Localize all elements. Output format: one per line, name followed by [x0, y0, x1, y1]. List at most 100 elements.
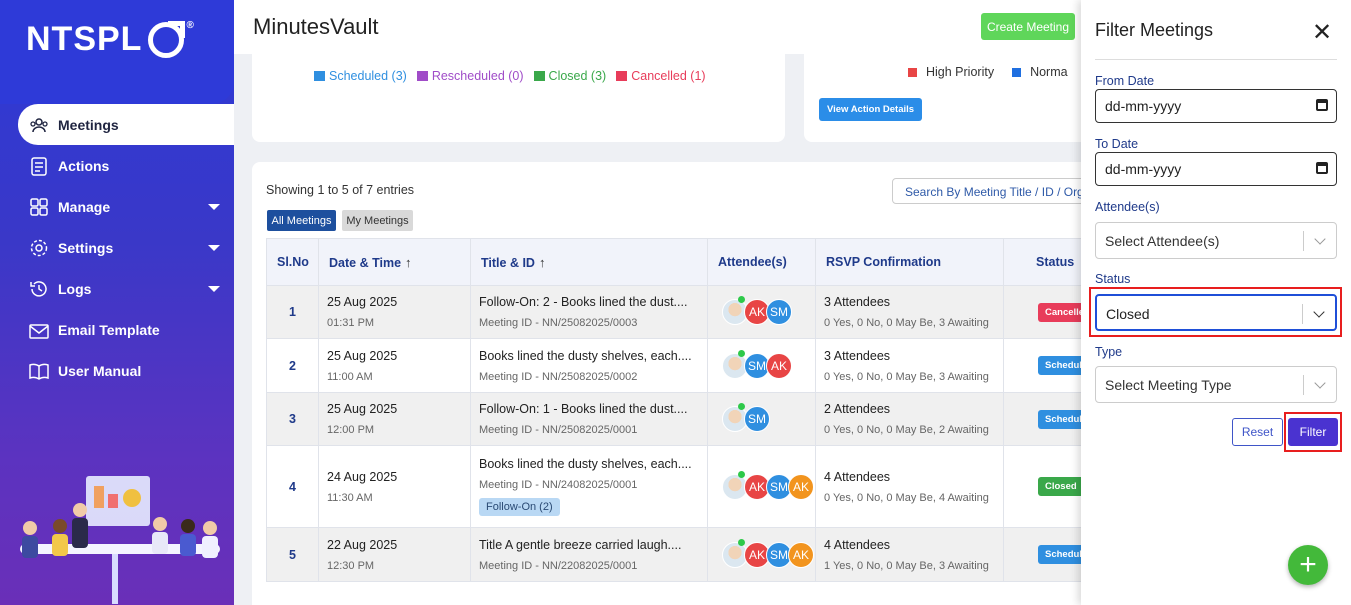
column-header-title[interactable]: Title & ID ↑ — [470, 238, 708, 286]
online-status-icon — [738, 470, 745, 478]
divider — [1303, 231, 1304, 251]
sort-arrow-icon[interactable]: ↑ — [405, 255, 412, 270]
online-status-icon — [738, 349, 745, 357]
to-date-label: To Date — [1095, 137, 1139, 151]
page-title: MinutesVault — [253, 14, 379, 39]
sidebar-item-actions[interactable]: Actions — [18, 145, 234, 186]
online-status-icon — [738, 403, 745, 410]
chevron-down-icon — [208, 286, 220, 292]
column-header-date[interactable]: Date & Time ↑ — [318, 238, 471, 286]
sidebar-item-manage[interactable]: Manage — [18, 186, 234, 227]
attendees-cell: SM — [707, 392, 816, 446]
divider — [1095, 59, 1337, 60]
sidebar-item-user-manual[interactable]: User Manual — [18, 350, 234, 391]
legend-label: Norma — [1030, 65, 1068, 79]
sidebar-nav: Meetings Actions Manage Settings Logs Em… — [18, 104, 234, 391]
table-row[interactable]: 5 22 Aug 2025 12:30 PM Title A gentle breez… — [266, 527, 1102, 582]
attendees-cell: SM AK — [707, 338, 816, 393]
sidebar-item-meetings[interactable]: Meetings — [18, 104, 234, 145]
divider — [1303, 375, 1304, 395]
avatar: AK — [788, 473, 814, 500]
close-icon[interactable]: ✕ — [1312, 18, 1332, 47]
column-header-slno: Sl.No — [266, 238, 319, 286]
sidebar-item-label: Email Template — [58, 321, 160, 338]
meeting-status-card: Scheduled (3) Rescheduled (0) Closed (3) Ca… — [252, 54, 785, 142]
reset-button[interactable]: Reset — [1232, 418, 1283, 446]
view-action-details-button[interactable]: View Action Details — [819, 98, 922, 121]
filter-panel-title: Filter Meetings — [1095, 20, 1214, 40]
tab-my-meetings[interactable]: My Meetings — [342, 210, 413, 231]
history-icon — [28, 278, 50, 300]
sidebar-item-label: Settings — [58, 239, 114, 256]
legend-item: Norma — [1012, 65, 1068, 79]
avatar: SM — [766, 299, 792, 325]
follow-on-badge[interactable]: Follow-On (2) — [479, 498, 560, 516]
priority-legend: High Priority Norma — [908, 65, 1068, 79]
table-row[interactable]: 4 24 Aug 2025 11:30 AM Books lined the dust… — [266, 445, 1102, 528]
attendee-select[interactable]: Select Attendee(s) — [1095, 222, 1337, 259]
sidebar-item-label: Actions — [58, 157, 110, 174]
sidebar-item-settings[interactable]: Settings — [18, 227, 234, 268]
add-meeting-button[interactable]: + — [1288, 545, 1328, 585]
to-date-field[interactable]: dd-mm-yyyy — [1095, 152, 1337, 186]
sort-arrow-icon[interactable]: ↑ — [539, 255, 546, 270]
column-header-rsvp: RSVP Confirmation — [815, 238, 1004, 286]
from-date-field[interactable]: dd-mm-yyyy — [1095, 89, 1337, 123]
title-cell[interactable]: Follow-On: 1 - Books lined the dust.... M… — [470, 392, 708, 446]
meeting-type-select[interactable]: Select Meeting Type — [1095, 366, 1337, 403]
table-row[interactable]: 3 25 Aug 2025 12:00 PM Follow-On: 1 - Books… — [266, 392, 1102, 446]
legend-label: Scheduled (3) — [329, 69, 407, 83]
date-cell: 25 Aug 2025 12:00 PM — [318, 392, 471, 446]
chevron-down-icon — [1313, 306, 1325, 318]
divider — [1302, 304, 1303, 324]
sidebar-item-label: Manage — [58, 198, 111, 215]
entries-summary: Showing 1 to 5 of 7 entries — [266, 183, 415, 197]
from-date-label: From Date — [1095, 74, 1155, 88]
calendar-icon[interactable] — [1316, 99, 1328, 111]
title-cell[interactable]: Title A gentle breeze carried laugh.... M… — [470, 527, 708, 582]
rsvp-cell: 3 Attendees 0 Yes, 0 No, 0 May Be, 3 Awai… — [815, 285, 1004, 339]
filter-button[interactable]: Filter — [1288, 418, 1338, 446]
online-status-icon — [738, 296, 745, 303]
meetings-table: Sl.No Date & Time ↑ Title & ID ↑ Attendee(… — [266, 238, 1102, 582]
attendees-cell: AK SM — [707, 285, 816, 339]
status-select[interactable]: Closed — [1095, 294, 1337, 331]
title-cell[interactable]: Follow-On: 2 - Books lined the dust.... M… — [470, 285, 708, 339]
chevron-down-icon — [1314, 377, 1326, 389]
brand-logo: NTSPL ® — [26, 20, 195, 58]
row-number: 1 — [266, 285, 319, 339]
title-cell[interactable]: Books lined the dusty shelves, each.... M… — [470, 338, 708, 393]
rsvp-cell: 3 Attendees 0 Yes, 0 No, 0 May Be, 3 Awai… — [815, 338, 1004, 393]
tab-all-meetings[interactable]: All Meetings — [267, 210, 336, 231]
sidebar-item-label: Logs — [58, 280, 92, 297]
status-legend: Scheduled (3) Rescheduled (0) Closed (3) Ca… — [314, 69, 706, 83]
sidebar-item-email-template[interactable]: Email Template — [18, 309, 234, 350]
date-cell: 24 Aug 2025 11:30 AM — [318, 445, 471, 528]
create-meeting-button[interactable]: Create Meeting — [981, 13, 1075, 40]
gear-icon — [28, 237, 50, 259]
column-header-attendees: Attendee(s) — [707, 238, 816, 286]
table-row[interactable]: 2 25 Aug 2025 11:00 AM Books lined the dust… — [266, 338, 1102, 393]
title-cell[interactable]: Books lined the dusty shelves, each.... M… — [470, 445, 708, 528]
table-row[interactable]: 1 25 Aug 2025 01:31 PM Follow-On: 2 - Books… — [266, 285, 1102, 339]
calendar-icon[interactable] — [1316, 162, 1328, 174]
logo-mark-icon — [148, 20, 186, 58]
meeting-search-input[interactable]: Search By Meeting Title / ID / Orga — [892, 178, 1102, 204]
date-cell: 22 Aug 2025 12:30 PM — [318, 527, 471, 582]
legend-item: Scheduled (3) — [314, 69, 407, 83]
sidebar-item-logs[interactable]: Logs — [18, 268, 234, 309]
avatar: SM — [744, 406, 770, 432]
sidebar-item-label: User Manual — [58, 362, 142, 379]
legend-label: High Priority — [926, 65, 995, 79]
legend-swatch — [908, 67, 917, 77]
legend-item: High Priority — [908, 65, 994, 79]
avatar: AK — [766, 352, 792, 379]
attendees-cell: AK SM AK — [707, 445, 816, 528]
actions-icon — [28, 155, 50, 177]
attendees-cell: AK SM AK — [707, 527, 816, 582]
chevron-down-icon — [1314, 233, 1326, 245]
meetings-icon — [28, 114, 50, 136]
plus-icon: + — [1299, 548, 1317, 581]
manage-icon — [28, 196, 50, 218]
type-label: Type — [1095, 345, 1123, 359]
